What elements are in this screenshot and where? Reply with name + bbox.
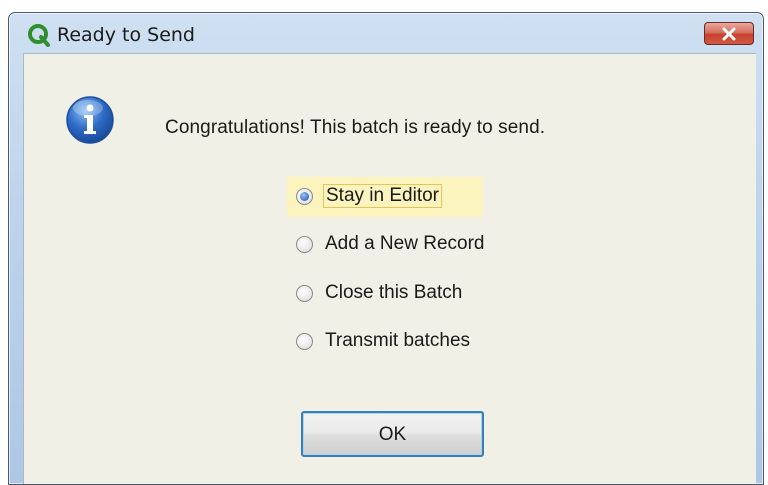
radio-button-selected[interactable] — [296, 188, 313, 205]
close-icon — [722, 27, 736, 41]
ok-button[interactable]: OK — [301, 411, 484, 457]
option-add-new-record[interactable]: Add a New Record — [287, 225, 547, 265]
dialog-body: Congratulations! This batch is ready to … — [23, 53, 756, 484]
title-bar[interactable]: Ready to Send — [9, 13, 763, 53]
option-transmit-batches[interactable]: Transmit batches — [287, 322, 547, 362]
q-logo-icon — [27, 23, 51, 47]
window-title: Ready to Send — [57, 24, 195, 46]
option-close-this-batch[interactable]: Close this Batch — [287, 274, 547, 314]
option-label: Stay in Editor — [323, 184, 442, 208]
radio-button[interactable] — [296, 236, 313, 253]
option-label: Transmit batches — [325, 330, 471, 351]
ready-to-send-dialog: Ready to Send Congratulations! This batc… — [8, 12, 764, 485]
option-label: Close this Batch — [325, 282, 463, 303]
option-stay-in-editor[interactable]: Stay in Editor — [287, 177, 483, 217]
radio-button[interactable] — [296, 333, 313, 350]
radio-button[interactable] — [296, 285, 313, 302]
option-label: Add a New Record — [325, 233, 485, 254]
ok-button-label: OK — [378, 424, 407, 445]
confirmation-message: Congratulations! This batch is ready to … — [165, 117, 546, 138]
info-icon — [64, 94, 116, 146]
close-button[interactable] — [704, 22, 754, 45]
